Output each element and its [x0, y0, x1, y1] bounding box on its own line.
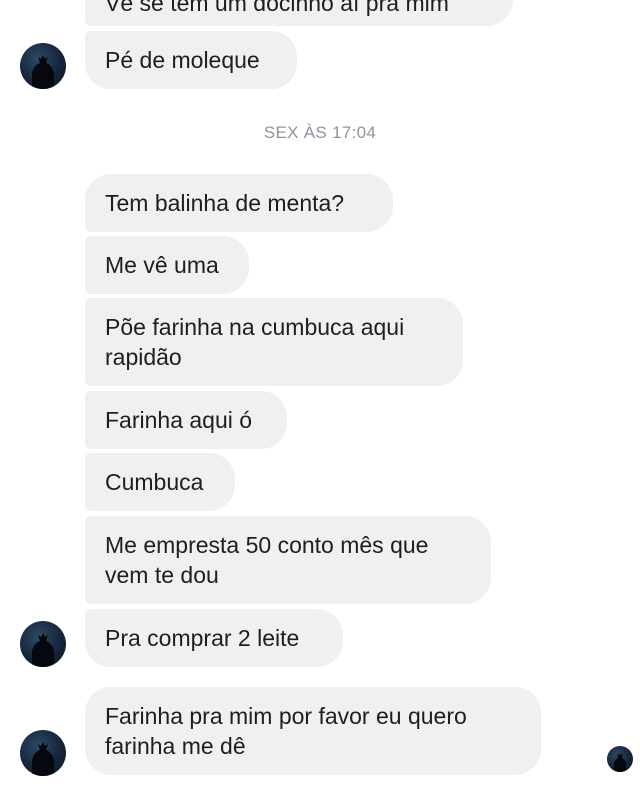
sender-avatar[interactable]: [20, 730, 66, 776]
person-silhouette-icon: [32, 633, 54, 667]
message-bubble[interactable]: Farinha pra mim por favor eu quero farin…: [85, 687, 541, 775]
message-text: Pra comprar 2 leite: [105, 625, 300, 651]
sender-avatar[interactable]: [20, 621, 66, 667]
message-text: Põe farinha na cumbuca aqui rapidão: [105, 314, 405, 370]
message-text: Me vê uma: [105, 252, 219, 278]
message-bubble[interactable]: Farinha aqui ó: [85, 391, 287, 449]
message-bubble[interactable]: Pra comprar 2 leite: [85, 609, 343, 667]
message-bubble[interactable]: Cumbuca: [85, 453, 235, 511]
message-bubble[interactable]: Me vê uma: [85, 236, 249, 294]
message-text: Farinha pra mim por favor eu quero farin…: [105, 703, 467, 759]
message-text: Vê se tem um docinho aí pra mim: [105, 0, 449, 16]
message-text: Farinha aqui ó: [105, 407, 253, 433]
message-text: Pé de moleque: [105, 47, 260, 73]
message-bubble[interactable]: Pé de moleque: [85, 31, 297, 89]
person-silhouette-icon: [614, 753, 626, 772]
timestamp-divider: SEX ÀS 17:04: [263, 123, 377, 142]
message-text: Cumbuca: [105, 469, 204, 495]
message-text: Me empresta 50 conto mês que vem te dou: [105, 532, 429, 588]
message-bubble[interactable]: Põe farinha na cumbuca aqui rapidão: [85, 298, 463, 386]
seen-avatar-icon: [607, 746, 633, 772]
message-bubble[interactable]: Tem balinha de menta?: [85, 174, 393, 232]
person-silhouette-icon: [32, 742, 54, 776]
message-bubble-cut[interactable]: Vê se tem um docinho aí pra mim: [85, 0, 513, 26]
message-text: Tem balinha de menta?: [105, 190, 345, 216]
message-bubble[interactable]: Me empresta 50 conto mês que vem te dou: [85, 516, 491, 604]
person-silhouette-icon: [32, 55, 54, 89]
sender-avatar[interactable]: [20, 43, 66, 89]
